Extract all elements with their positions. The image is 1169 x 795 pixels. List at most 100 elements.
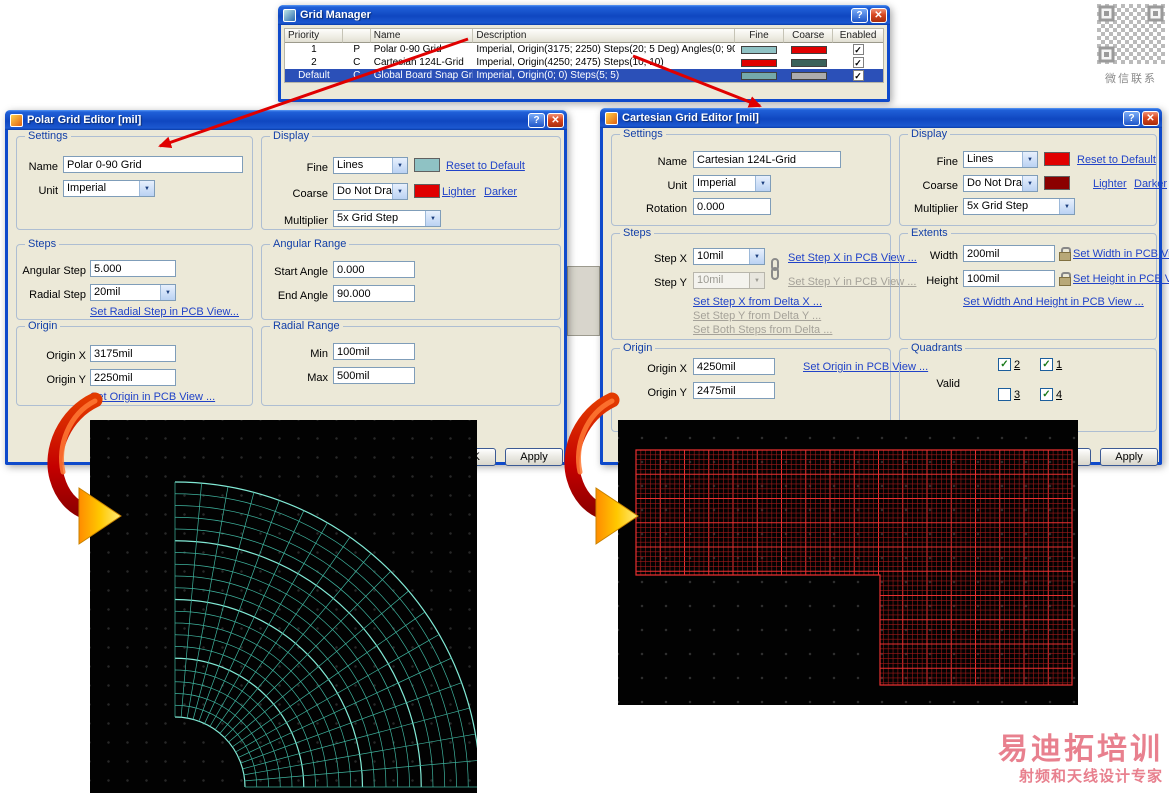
set-width-height-link[interactable]: Set Width And Height in PCB View ... [963, 296, 1144, 308]
chevron-down-icon[interactable] [1022, 176, 1037, 191]
column-header-kind[interactable] [343, 29, 371, 43]
darker-link[interactable]: Darker [1134, 178, 1167, 190]
chevron-down-icon[interactable] [392, 158, 407, 173]
close-button[interactable]: ✕ [547, 113, 564, 128]
set-step-x-link[interactable]: Set Step X in PCB View ... [788, 252, 917, 264]
chevron-down-icon[interactable] [139, 181, 154, 196]
set-step-x-from-delta-link[interactable]: Set Step X from Delta X ... [693, 296, 822, 308]
set-origin-link[interactable]: Set Origin in PCB View ... [90, 391, 215, 403]
multiplier-select[interactable]: 5x Grid Step [333, 210, 441, 227]
width-input[interactable] [963, 245, 1055, 262]
fine-color-swatch[interactable] [741, 72, 777, 80]
cartesian-editor-titlebar[interactable]: Cartesian Grid Editor [mil] ? ✕ [600, 108, 1162, 128]
fine-select[interactable]: Lines [333, 157, 408, 174]
unit-select[interactable]: Imperial [693, 175, 771, 192]
chevron-down-icon[interactable] [1059, 199, 1074, 214]
grid-row-polar[interactable]: 1 P Polar 0-90 Grid Imperial, Origin(317… [285, 43, 883, 56]
quadrant-4-checkbox[interactable]: ✓ [1040, 388, 1053, 401]
quadrant-2-checkbox[interactable]: ✓ [998, 358, 1011, 371]
fine-select[interactable]: Lines [963, 151, 1038, 168]
column-header-coarse[interactable]: Coarse [784, 29, 833, 43]
set-step-y-from-delta-link[interactable]: Set Step Y from Delta Y ... [693, 310, 821, 322]
coarse-color-swatch[interactable] [791, 46, 827, 54]
column-header-name[interactable]: Name [371, 29, 474, 43]
radial-step-select[interactable]: 20mil [90, 284, 176, 301]
origin-x-input[interactable] [90, 345, 176, 362]
grid-manager-titlebar[interactable]: Grid Manager ? ✕ [278, 5, 890, 25]
chevron-down-icon[interactable] [160, 285, 175, 300]
max-label: Max [266, 370, 328, 387]
origin-y-input[interactable] [90, 369, 176, 386]
set-both-steps-from-delta-link[interactable]: Set Both Steps from Delta ... [693, 324, 832, 336]
column-header-fine[interactable]: Fine [735, 29, 785, 43]
fine-color-swatch[interactable] [741, 46, 777, 54]
enabled-checkbox[interactable]: ✓ [853, 70, 864, 81]
lighter-link[interactable]: Lighter [1093, 178, 1127, 190]
unit-select[interactable]: Imperial [63, 180, 155, 197]
coarse-select[interactable]: Do Not Draw [333, 183, 408, 200]
darker-link[interactable]: Darker [484, 186, 517, 198]
chevron-down-icon[interactable] [749, 273, 764, 288]
grid-row-default[interactable]: Default C Global Board Snap Grid Imperia… [285, 69, 883, 82]
reset-default-link[interactable]: Reset to Default [1077, 154, 1156, 166]
fine-color-swatch[interactable] [1044, 152, 1070, 166]
quadrant-3-label: 3 [1014, 389, 1020, 401]
lighter-link[interactable]: Lighter [442, 186, 476, 198]
grid-table-header: Priority Name Description Fine Coarse En… [285, 29, 883, 43]
column-header-description[interactable]: Description [473, 29, 734, 43]
cell-coarse [784, 43, 833, 56]
start-angle-input[interactable] [333, 261, 415, 278]
apply-button[interactable]: Apply [505, 448, 563, 466]
chevron-down-icon[interactable] [755, 176, 770, 191]
origin-x-input[interactable] [693, 358, 775, 375]
coarse-color-swatch[interactable] [791, 59, 827, 67]
fine-color-swatch[interactable] [741, 59, 777, 67]
set-height-link[interactable]: Set Height in PCB View ... [1073, 273, 1169, 285]
quadrant-3-checkbox[interactable] [998, 388, 1011, 401]
step-y-select[interactable]: 10mil [693, 272, 765, 289]
column-header-priority[interactable]: Priority [285, 29, 343, 43]
end-angle-input[interactable] [333, 285, 415, 302]
coarse-color-swatch[interactable] [1044, 176, 1070, 190]
enabled-checkbox[interactable]: ✓ [853, 44, 864, 55]
help-button[interactable]: ? [1123, 111, 1140, 126]
name-input[interactable] [63, 156, 243, 173]
coarse-select[interactable]: Do Not Draw [963, 175, 1038, 192]
set-step-y-link[interactable]: Set Step Y in PCB View ... [788, 276, 916, 288]
set-width-link[interactable]: Set Width in PCB View ... [1073, 248, 1169, 260]
close-button[interactable]: ✕ [870, 8, 887, 23]
cell-coarse [784, 69, 833, 82]
brand-name: 易迪拓培训 [998, 733, 1163, 767]
chevron-down-icon[interactable] [392, 184, 407, 199]
min-input[interactable] [333, 343, 415, 360]
grid-row-cartesian[interactable]: 2 C Cartesian 124L-Grid Imperial, Origin… [285, 56, 883, 69]
set-radial-step-link[interactable]: Set Radial Step in PCB View... [90, 306, 239, 318]
help-button[interactable]: ? [851, 8, 868, 23]
help-button[interactable]: ? [528, 113, 545, 128]
reset-default-link[interactable]: Reset to Default [446, 160, 525, 172]
name-input[interactable] [693, 151, 841, 168]
coarse-color-swatch[interactable] [791, 72, 827, 80]
fine-color-swatch[interactable] [414, 158, 440, 172]
link-steps-chain-icon[interactable] [769, 248, 781, 290]
angular-step-input[interactable] [90, 260, 176, 277]
lock-height-icon[interactable] [1059, 272, 1069, 285]
step-x-select[interactable]: 10mil [693, 248, 765, 265]
origin-y-input[interactable] [693, 382, 775, 399]
rotation-input[interactable] [693, 198, 771, 215]
height-input[interactable] [963, 270, 1055, 287]
cartesian-grid-drawing [618, 420, 1078, 705]
multiplier-select[interactable]: 5x Grid Step [963, 198, 1075, 215]
column-header-enabled[interactable]: Enabled [833, 29, 883, 43]
enabled-checkbox[interactable]: ✓ [853, 57, 864, 68]
quadrant-1-checkbox[interactable]: ✓ [1040, 358, 1053, 371]
chevron-down-icon[interactable] [425, 211, 440, 226]
chevron-down-icon[interactable] [749, 249, 764, 264]
chevron-down-icon[interactable] [1022, 152, 1037, 167]
coarse-color-swatch[interactable] [414, 184, 440, 198]
polar-editor-titlebar[interactable]: Polar Grid Editor [mil] ? ✕ [5, 110, 567, 130]
max-input[interactable] [333, 367, 415, 384]
close-button[interactable]: ✕ [1142, 111, 1159, 126]
lock-width-icon[interactable] [1059, 247, 1069, 260]
apply-button[interactable]: Apply [1100, 448, 1158, 466]
